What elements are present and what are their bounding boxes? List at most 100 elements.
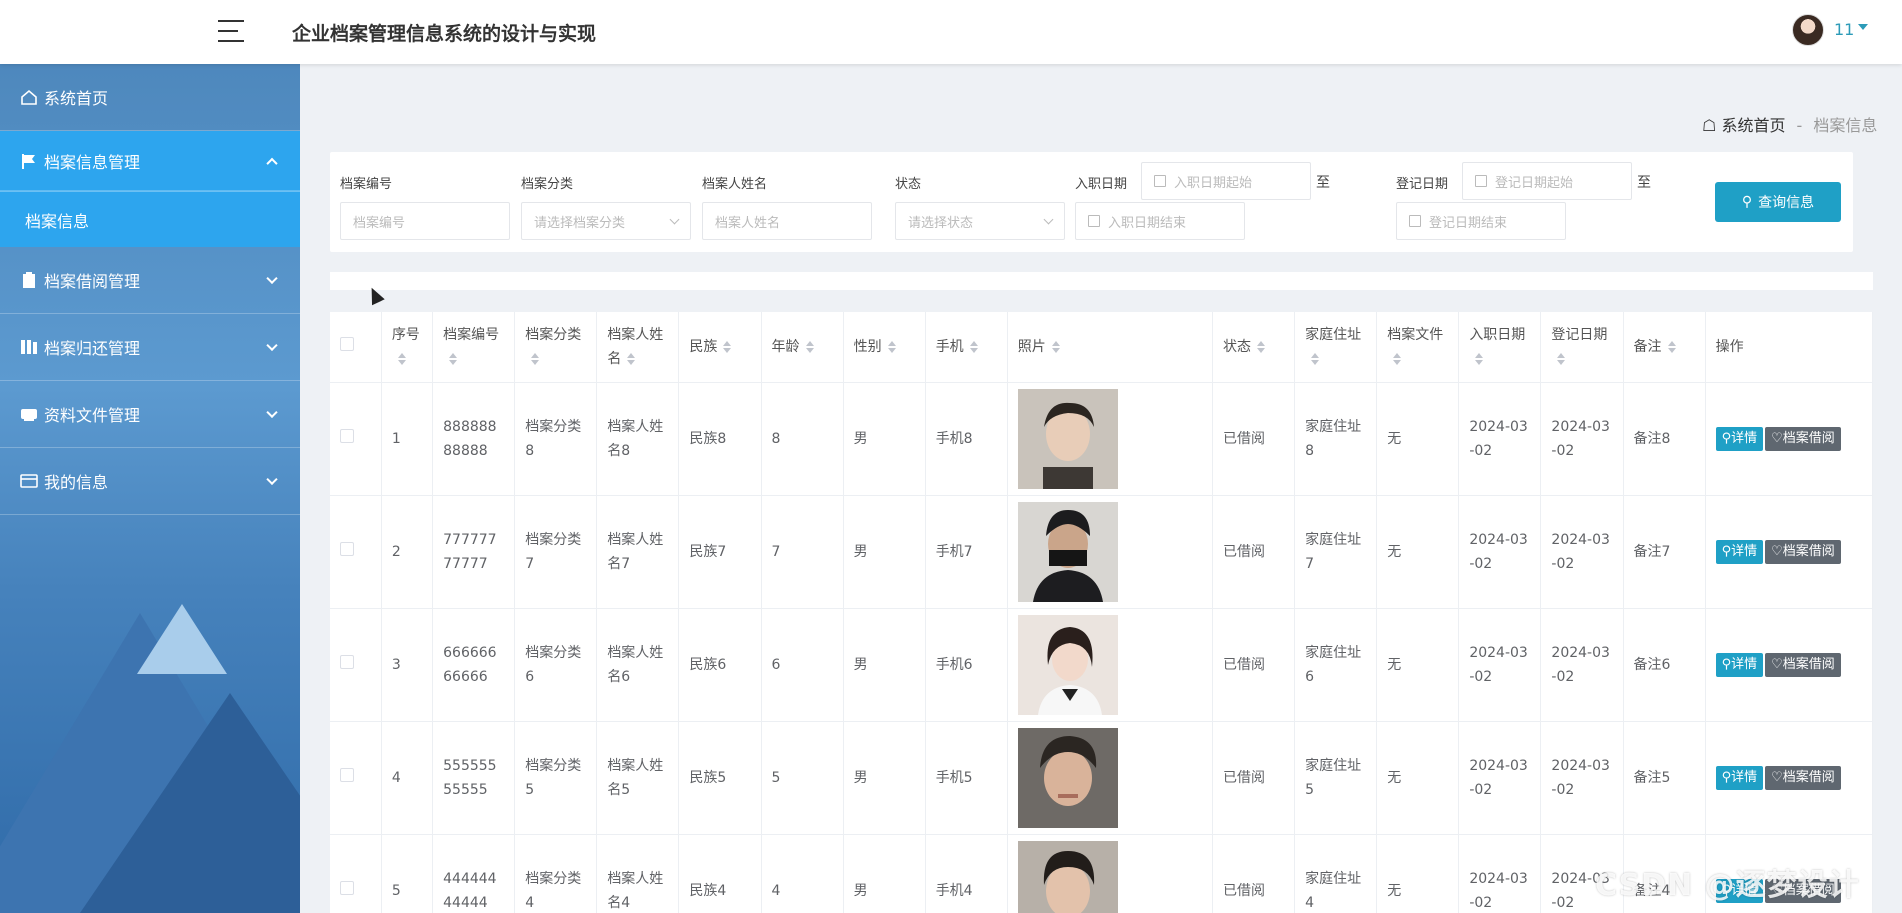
cell-actions: ⚲ 详情 ♡ 档案借阅 — [1705, 721, 1873, 835]
col-age[interactable]: 年龄 — [761, 312, 844, 383]
photo-thumbnail[interactable] — [1017, 388, 1118, 489]
cell-age: 8 — [761, 382, 844, 496]
join-date-start-input[interactable]: 入职日期起始 — [1141, 162, 1311, 200]
row-checkbox[interactable] — [340, 541, 354, 556]
cell-gender: 男 — [843, 382, 926, 496]
name-placeholder: 档案人姓名 — [715, 215, 781, 231]
detail-button-label: 详情 — [1731, 430, 1758, 446]
sidebar-item-borrow[interactable]: 档案借阅管理 — [0, 247, 300, 314]
menu-toggle-icon[interactable] — [218, 20, 244, 44]
col-actions: 操作 — [1705, 312, 1873, 383]
col-nation[interactable]: 民族 — [678, 312, 762, 383]
col-label: 档案人姓名 — [607, 326, 664, 367]
status-select[interactable]: 请选择状态 — [895, 202, 1065, 240]
date-range-to: 至 — [1637, 175, 1651, 191]
row-checkbox[interactable] — [340, 767, 354, 782]
sort-icon[interactable] — [627, 352, 636, 365]
col-status[interactable]: 状态 — [1212, 312, 1296, 383]
breadcrumb-home[interactable]: 系统首页 — [1721, 116, 1785, 135]
photo-thumbnail[interactable] — [1017, 727, 1118, 828]
detail-button[interactable]: ⚲ 详情 — [1715, 765, 1764, 790]
cell-category: 档案分类6 — [514, 608, 598, 722]
sort-icon[interactable] — [1051, 340, 1060, 353]
table-row[interactable]: 1 88888888888 档案分类8 档案人姓名8 民族8 8 男 手机8 已… — [330, 382, 1873, 496]
sidebar-item-files[interactable]: 资料文件管理 — [0, 381, 300, 448]
sidebar-item-archive-info[interactable]: 档案信息管理 — [0, 131, 300, 191]
archive-no-input[interactable]: 档案编号 — [340, 202, 510, 240]
sort-icon[interactable] — [449, 352, 458, 365]
row-checkbox[interactable] — [340, 880, 354, 895]
row-select-cell — [330, 834, 382, 913]
col-remark[interactable]: 备注 — [1623, 312, 1706, 383]
reg-date-start-input[interactable]: 登记日期起始 — [1462, 162, 1632, 200]
sidebar-item-home[interactable]: 系统首页 — [0, 64, 300, 131]
row-checkbox[interactable] — [340, 428, 354, 443]
col-label: 入职日期 — [1469, 326, 1526, 343]
borrow-button[interactable]: ♡ 档案借阅 — [1765, 426, 1841, 451]
sort-icon[interactable] — [531, 352, 540, 365]
table-row[interactable]: 2 77777777777 档案分类7 档案人姓名7 民族7 7 男 手机7 已… — [330, 495, 1873, 609]
sort-icon[interactable] — [1475, 352, 1484, 365]
sidebar-subitem-archive-info[interactable]: 档案信息 — [0, 191, 300, 247]
avatar[interactable] — [1792, 14, 1824, 46]
home-icon: ☖ — [1702, 116, 1717, 135]
sort-icon[interactable] — [1393, 352, 1402, 365]
sort-icon[interactable] — [969, 340, 978, 353]
sort-icon[interactable] — [887, 340, 896, 353]
detail-button[interactable]: ⚲ 详情 — [1715, 652, 1764, 677]
table-row[interactable]: 4 55555555555 档案分类5 档案人姓名5 民族5 5 男 手机5 已… — [330, 721, 1873, 835]
col-address[interactable]: 家庭住址 — [1294, 312, 1378, 383]
sort-icon[interactable] — [723, 340, 732, 353]
photo-thumbnail[interactable] — [1017, 840, 1118, 913]
name-input[interactable]: 档案人姓名 — [702, 202, 872, 240]
col-category[interactable]: 档案分类 — [514, 312, 598, 383]
category-select[interactable]: 请选择档案分类 — [521, 202, 691, 240]
detail-button[interactable]: ⚲ 详情 — [1715, 539, 1764, 564]
col-label: 手机 — [935, 338, 964, 355]
sort-icon[interactable] — [1667, 340, 1676, 353]
col-label: 备注 — [1633, 338, 1662, 355]
col-reg-date[interactable]: 登记日期 — [1540, 312, 1624, 383]
col-phone[interactable]: 手机 — [925, 312, 1008, 383]
cell-photo — [1007, 608, 1214, 722]
col-photo[interactable]: 照片 — [1007, 312, 1214, 383]
cell-file: 无 — [1376, 608, 1460, 722]
row-select-cell — [330, 608, 382, 722]
cell-join-date: 2024-03-02 — [1458, 495, 1542, 609]
detail-button[interactable]: ⚲ 详情 — [1715, 426, 1764, 451]
borrow-button[interactable]: ♡ 档案借阅 — [1765, 765, 1841, 790]
heart-icon: ♡ — [1771, 430, 1783, 446]
photo-thumbnail[interactable] — [1017, 501, 1118, 602]
col-label: 档案分类 — [525, 326, 582, 343]
sort-icon[interactable] — [1311, 352, 1320, 365]
user-name[interactable]: 11 — [1834, 20, 1854, 39]
sort-icon[interactable] — [805, 340, 814, 353]
select-all-checkbox[interactable] — [340, 336, 354, 351]
col-file[interactable]: 档案文件 — [1376, 312, 1460, 383]
table-row[interactable]: 3 66666666666 档案分类6 档案人姓名6 民族6 6 男 手机6 已… — [330, 608, 1873, 722]
col-archive-no[interactable]: 档案编号 — [432, 312, 516, 383]
heart-icon: ♡ — [1771, 543, 1783, 559]
photo-thumbnail[interactable] — [1017, 614, 1118, 715]
select-all-cell — [330, 312, 382, 383]
caret-down-icon[interactable] — [1858, 24, 1868, 30]
col-join-date[interactable]: 入职日期 — [1458, 312, 1542, 383]
col-seq[interactable]: 序号 — [381, 312, 434, 383]
col-name[interactable]: 档案人姓名 — [596, 312, 680, 383]
reg-date-end-input[interactable]: 登记日期结束 — [1396, 202, 1566, 240]
borrow-button[interactable]: ♡ 档案借阅 — [1765, 539, 1841, 564]
sort-icon[interactable] — [1257, 340, 1266, 353]
clipboard-icon — [20, 272, 38, 288]
join-date-end-input[interactable]: 入职日期结束 — [1075, 202, 1245, 240]
row-checkbox[interactable] — [340, 654, 354, 669]
col-gender[interactable]: 性别 — [843, 312, 926, 383]
sidebar-item-return[interactable]: 档案归还管理 — [0, 314, 300, 381]
cell-join-date: 2024-03-02 — [1458, 608, 1542, 722]
sidebar-item-my-info[interactable]: 我的信息 — [0, 448, 300, 515]
cell-status: 已借阅 — [1212, 721, 1296, 835]
borrow-button[interactable]: ♡ 档案借阅 — [1765, 652, 1841, 677]
sort-icon[interactable] — [1557, 352, 1566, 365]
query-button[interactable]: ⚲ 查询信息 — [1715, 182, 1841, 222]
sort-icon[interactable] — [397, 352, 406, 365]
row-select-cell — [330, 382, 382, 496]
